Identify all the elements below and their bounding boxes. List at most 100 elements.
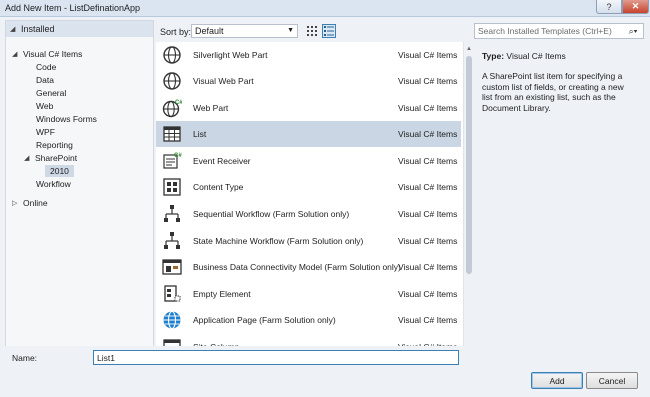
window-title: Add New Item - ListDefinationApp	[5, 3, 141, 13]
scrollbar-thumb[interactable]	[466, 56, 472, 274]
bottom-bar: Name: Add Cancel	[0, 346, 650, 397]
tree-item-web[interactable]: Web	[36, 100, 53, 112]
template-row-application-page[interactable]: Application Page (Farm Solution only) Vi…	[156, 307, 461, 333]
svg-text:C#: C#	[175, 100, 182, 106]
tree-item-label: General	[36, 88, 67, 98]
tree-item-label: Reporting	[36, 140, 73, 150]
title-bar: Add New Item - ListDefinationApp ? ✕	[0, 0, 650, 17]
tree-item-general[interactable]: General	[36, 87, 66, 99]
tree-item-sharepoint[interactable]: ◢ SharePoint	[24, 152, 77, 164]
tree-item-label: Workflow	[36, 179, 71, 189]
tree-item-label: Online	[23, 198, 48, 208]
list-icon	[163, 126, 181, 142]
tree-item-label: Data	[36, 75, 54, 85]
tree-item-label: 2010	[50, 166, 69, 176]
collapse-triangle-icon[interactable]: ◢	[24, 154, 31, 162]
search-installed-templates-input[interactable]: Search Installed Templates (Ctrl+E) ⌕▾	[474, 23, 644, 39]
search-icon[interactable]: ⌕▾	[625, 26, 641, 37]
template-name: Event Receiver	[193, 156, 251, 166]
dropdown-arrow-icon: ▼	[287, 27, 294, 34]
close-button[interactable]: ✕	[622, 0, 649, 14]
tree-item-data[interactable]: Data	[36, 74, 54, 86]
event-receiver-icon: C#	[163, 153, 182, 169]
template-row-web-part[interactable]: C# Web Part Visual C# Items	[156, 95, 461, 121]
medium-icons-view-button[interactable]	[305, 24, 319, 38]
tree-item-sharepoint-2010[interactable]: 2010	[45, 165, 74, 177]
template-list-scrollbar[interactable]: ▲ ▼	[463, 42, 474, 357]
expand-triangle-icon[interactable]: ▷	[12, 199, 19, 207]
template-list: Silverlight Web Part Visual C# Items Vis…	[156, 42, 461, 357]
template-category: Visual C# Items	[398, 103, 458, 113]
template-category: Visual C# Items	[398, 182, 458, 192]
template-type: Type: Visual C# Items	[482, 51, 566, 61]
template-name: Business Data Connectivity Model (Farm S…	[193, 262, 401, 272]
globe-icon	[163, 46, 181, 64]
name-input[interactable]	[93, 350, 459, 365]
tree-item-label: Visual C# Items	[23, 49, 83, 59]
template-row-sequential-workflow[interactable]: Sequential Workflow (Farm Solution only)…	[156, 201, 461, 227]
tree-item-online[interactable]: ▷ Online	[12, 197, 48, 209]
tree-installed-header[interactable]: ◢ Installed	[6, 21, 153, 37]
content-type-icon	[163, 178, 181, 196]
tree-item-windows-forms[interactable]: Windows Forms	[36, 113, 97, 125]
sort-value: Default	[195, 26, 224, 36]
svg-text:C#: C#	[174, 153, 182, 159]
help-button[interactable]: ?	[596, 0, 622, 14]
tree-item-label: Windows Forms	[36, 114, 97, 124]
template-description: A SharePoint list item for specifying a …	[482, 71, 624, 113]
template-row-state-machine-workflow[interactable]: State Machine Workflow (Farm Solution on…	[156, 228, 461, 254]
cancel-button[interactable]: Cancel	[586, 372, 638, 389]
list-view-icon	[324, 26, 334, 36]
tree-item-label: Code	[36, 62, 57, 72]
tree-item-wpf[interactable]: WPF	[36, 126, 55, 138]
sort-label: Sort by:	[160, 27, 192, 37]
template-row-empty-element[interactable]: Empty Element Visual C# Items	[156, 281, 461, 307]
template-row-visual-web-part[interactable]: Visual Web Part Visual C# Items	[156, 68, 461, 94]
template-name: Silverlight Web Part	[193, 50, 268, 60]
template-row-content-type[interactable]: Content Type Visual C# Items	[156, 174, 461, 200]
template-name: Application Page (Farm Solution only)	[193, 315, 336, 325]
tree-installed-label: Installed	[21, 24, 55, 34]
template-row-list[interactable]: List Visual C# Items	[156, 121, 461, 147]
template-name: Web Part	[193, 103, 229, 113]
template-category: Visual C# Items	[398, 129, 458, 139]
tree-item-label: WPF	[36, 127, 55, 137]
template-name: Visual Web Part	[193, 76, 254, 86]
template-row-silverlight-web-part[interactable]: Silverlight Web Part Visual C# Items	[156, 42, 461, 68]
template-category: Visual C# Items	[398, 315, 458, 325]
template-list-pane: Sort by: Default ▼ Silverlight Web Part …	[156, 20, 474, 357]
add-button[interactable]: Add	[531, 372, 583, 389]
template-tree: ◢ Installed ◢ Visual C# Items Code Data …	[5, 20, 154, 357]
collapse-triangle-icon[interactable]: ◢	[10, 25, 17, 33]
template-row-business-data-connectivity-model[interactable]: Business Data Connectivity Model (Farm S…	[156, 254, 461, 280]
tree-item-workflow[interactable]: Workflow	[36, 178, 71, 190]
type-label: Type:	[482, 51, 505, 61]
template-name: Content Type	[193, 182, 244, 192]
add-new-item-dialog: ◢ Installed ◢ Visual C# Items Code Data …	[0, 17, 650, 397]
tree-item-code[interactable]: Code	[36, 61, 56, 73]
tree-item-reporting[interactable]: Reporting	[36, 139, 73, 151]
sort-dropdown[interactable]: Default ▼	[191, 24, 298, 38]
type-value: Visual C# Items	[506, 51, 566, 61]
empty-element-icon	[164, 285, 181, 302]
template-category: Visual C# Items	[398, 50, 458, 60]
collapse-triangle-icon[interactable]: ◢	[12, 50, 19, 58]
template-name: Sequential Workflow (Farm Solution only)	[193, 209, 350, 219]
small-icons-view-button[interactable]	[322, 24, 336, 38]
template-row-event-receiver[interactable]: C# Event Receiver Visual C# Items	[156, 148, 461, 174]
scroll-up-arrow-icon[interactable]: ▲	[466, 46, 472, 52]
tree-item-label: Web	[36, 101, 54, 111]
template-category: Visual C# Items	[398, 156, 458, 166]
tree-item-visual-csharp[interactable]: ◢ Visual C# Items	[12, 48, 82, 60]
template-category: Visual C# Items	[398, 76, 458, 86]
globe-icon	[163, 72, 181, 90]
template-name: Empty Element	[193, 289, 251, 299]
template-name: List	[193, 129, 207, 139]
name-label: Name:	[12, 353, 38, 363]
template-category: Visual C# Items	[398, 209, 458, 219]
globe-csharp-icon: C#	[162, 100, 182, 118]
sort-toolbar: Sort by: Default ▼	[156, 20, 463, 42]
grid-view-icon	[307, 26, 317, 36]
template-name: State Machine Workflow (Farm Solution on…	[193, 236, 364, 246]
details-pane: Search Installed Templates (Ctrl+E) ⌕▾ T…	[474, 20, 644, 357]
